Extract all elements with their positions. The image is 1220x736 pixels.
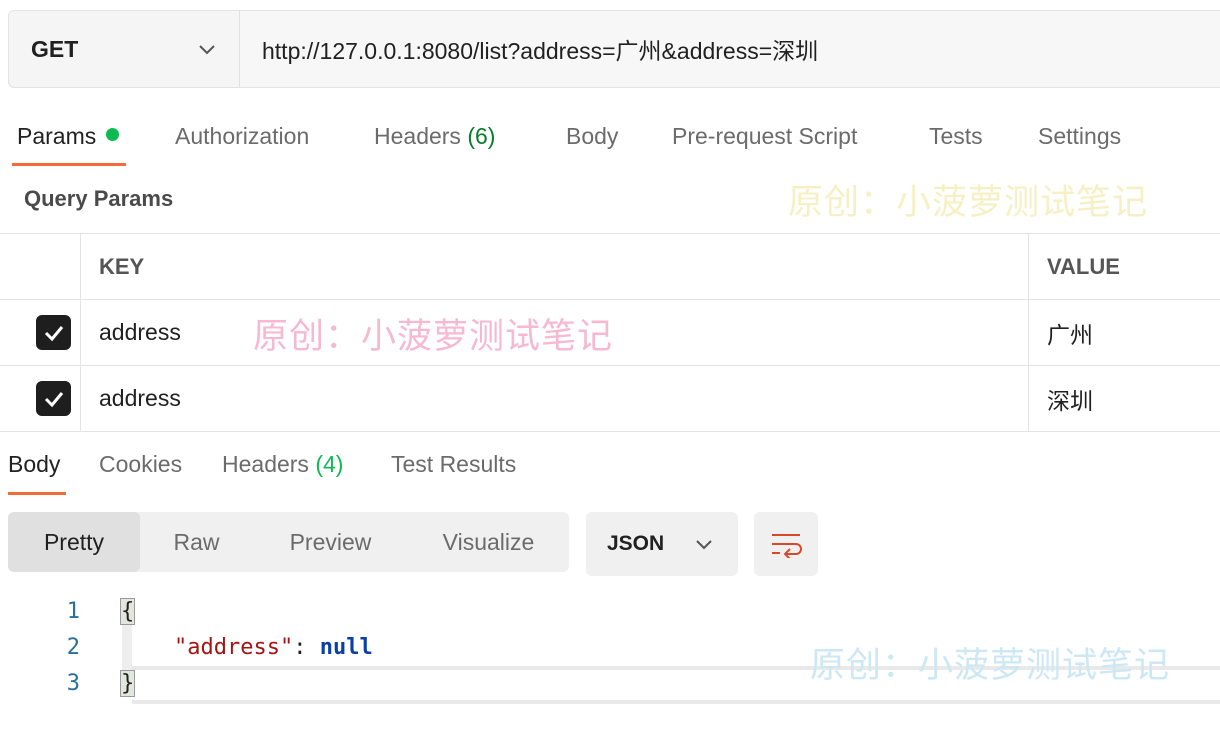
query-params-title: Query Params: [24, 186, 174, 211]
code-text: }: [119, 666, 136, 702]
param-checkbox[interactable]: [36, 315, 71, 350]
code-text: "address": null: [121, 630, 373, 666]
json-value: null: [319, 635, 373, 660]
tab-response-headers-count: (4): [315, 451, 344, 477]
active-response-tab-indicator: [8, 492, 66, 495]
tab-headers-count: (6): [467, 123, 496, 149]
tab-headers[interactable]: Headers (6): [374, 118, 495, 168]
chevron-down-icon: [696, 540, 712, 550]
line-number: 3: [66, 671, 80, 696]
checkmark-icon: [44, 391, 63, 407]
watermark: 原创：小菠萝测试笔记: [810, 646, 1171, 685]
watermark: 原创：小菠萝测试笔记: [788, 183, 1149, 222]
tab-response-headers-label: Headers: [222, 451, 309, 477]
tab-params[interactable]: Params: [17, 118, 120, 168]
key-column-header: KEY: [81, 234, 1029, 299]
tab-response-body[interactable]: Body: [8, 448, 60, 480]
tab-settings[interactable]: Settings: [1038, 118, 1121, 168]
response-tabs: Body Cookies Headers (4) Test Results: [0, 448, 1220, 498]
tab-headers-label: Headers: [374, 123, 461, 149]
tab-tests[interactable]: Tests: [929, 118, 983, 168]
wrap-lines-button[interactable]: [754, 512, 818, 576]
table-header-row: KEY VALUE: [0, 234, 1220, 300]
json-separator: :: [293, 635, 320, 660]
param-value[interactable]: 深圳: [1029, 366, 1220, 431]
tab-response-headers[interactable]: Headers (4): [222, 448, 343, 480]
value-column-header: VALUE: [1047, 253, 1120, 279]
code-line: 1 {: [0, 594, 1220, 630]
tab-params-label: Params: [17, 123, 97, 149]
row-check-cell: [0, 300, 81, 365]
method-select[interactable]: GET: [9, 11, 240, 87]
tab-pre-request-script[interactable]: Pre-request Script: [672, 118, 857, 168]
url-input[interactable]: http://127.0.0.1:8080/list?address=广州&ad…: [240, 11, 1220, 87]
mode-preview[interactable]: Preview: [253, 512, 408, 572]
row-check-cell: [0, 366, 81, 431]
checkmark-icon: [44, 325, 63, 341]
close-brace: }: [119, 670, 136, 697]
params-status-dot: [106, 128, 120, 141]
chevron-down-icon: [199, 45, 215, 55]
json-key: "address": [173, 635, 294, 660]
request-tabs: Params Authorization Headers (6) Body Pr…: [0, 118, 1220, 170]
open-brace: {: [119, 598, 136, 625]
format-mode-selector: Pretty Raw Preview Visualize: [8, 512, 569, 572]
tab-body[interactable]: Body: [566, 118, 618, 168]
watermark: 原创：小菠萝测试笔记: [253, 317, 614, 356]
line-number: 1: [66, 599, 80, 624]
tab-cookies[interactable]: Cookies: [99, 448, 182, 480]
mode-raw[interactable]: Raw: [140, 512, 253, 572]
param-key[interactable]: address: [81, 366, 1029, 431]
line-number: 2: [66, 635, 80, 660]
param-checkbox[interactable]: [36, 381, 71, 416]
wrap-lines-icon: [772, 534, 802, 558]
tab-authorization[interactable]: Authorization: [175, 118, 309, 168]
request-bar: GET http://127.0.0.1:8080/list?address=广…: [8, 10, 1220, 88]
active-tab-indicator: [12, 163, 126, 166]
mode-visualize[interactable]: Visualize: [408, 512, 569, 572]
table-row: address 深圳: [0, 366, 1220, 432]
param-value[interactable]: 广州: [1029, 300, 1220, 365]
language-select[interactable]: JSON: [586, 512, 738, 576]
method-label: GET: [31, 35, 79, 62]
code-text: {: [119, 594, 136, 630]
mode-pretty[interactable]: Pretty: [8, 512, 140, 572]
language-select-label: JSON: [607, 532, 665, 555]
check-column-header: [0, 234, 81, 299]
tab-test-results[interactable]: Test Results: [391, 448, 516, 480]
